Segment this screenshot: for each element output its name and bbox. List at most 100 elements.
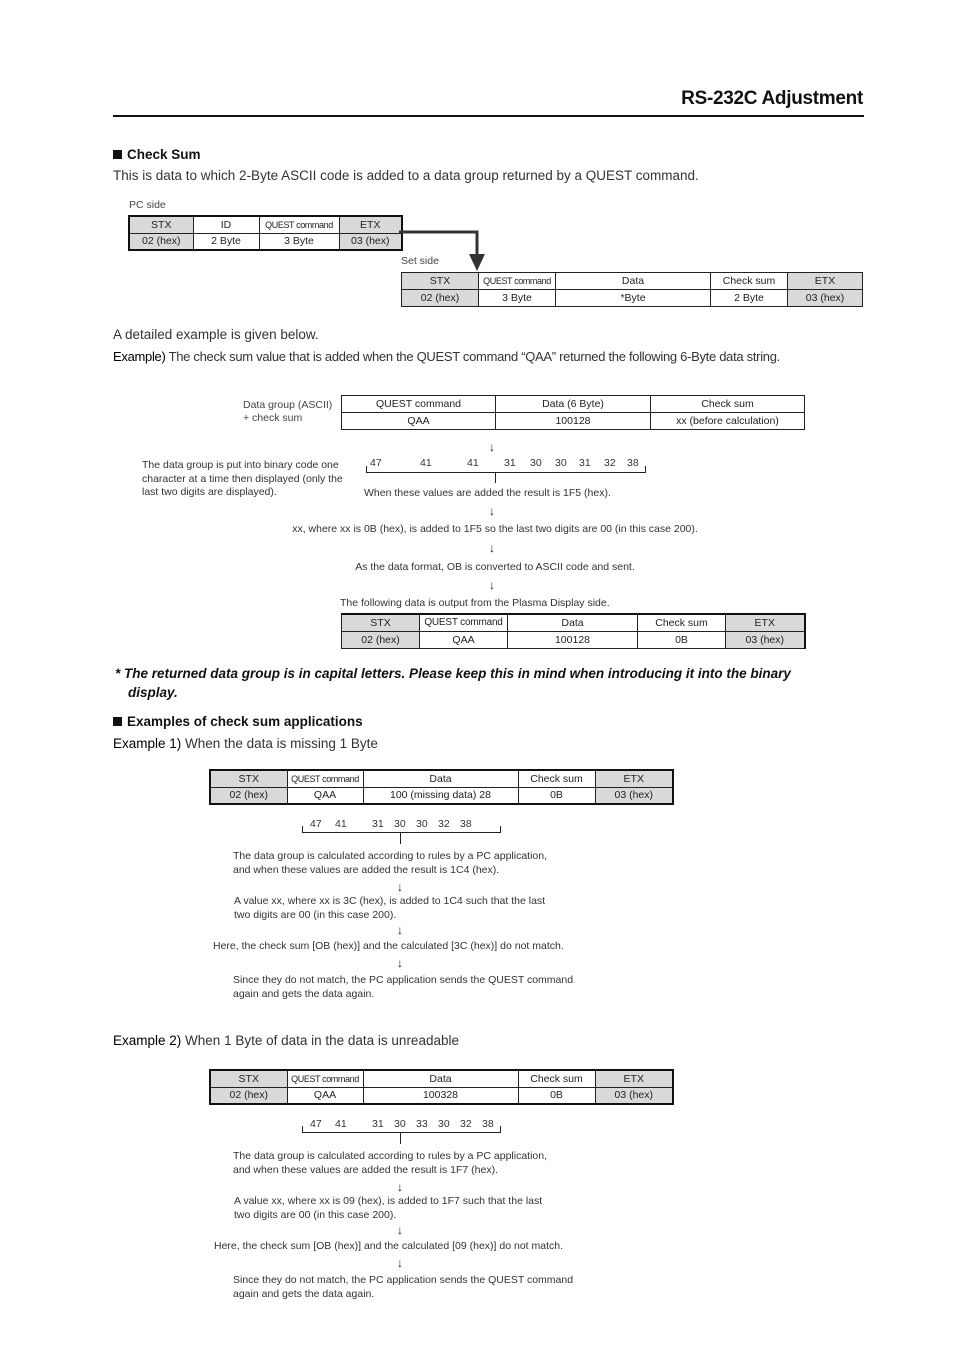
cell-check-sum: Check sum [637,613,726,632]
bracket [302,1126,501,1133]
cell-value: *Byte [555,289,711,307]
binary-note-line: The data group is put into binary code o… [142,459,339,471]
example-label: Example) [113,349,166,364]
cell-stx: STX [128,215,194,234]
cell-etx: ETX [594,1069,674,1088]
down-arrow-icon: ↓ [489,578,495,592]
down-arrow-icon: ↓ [489,440,495,454]
down-arrow-icon: ↓ [489,541,495,555]
check-sum-heading: Check Sum [113,147,201,162]
output-table: STX QUEST command Data Check sum ETX 02 … [341,613,806,649]
cell-etx: ETX [787,272,863,290]
step-line: and when these values are added the resu… [233,1163,498,1176]
cell-value: 03 (hex) [338,232,403,251]
cell-stx: STX [209,769,288,788]
down-arrow-icon: ↓ [489,504,495,518]
down-arrow-icon: ↓ [397,1223,403,1237]
step-line: A value xx, where xx is 09 (hex), is add… [234,1195,543,1207]
cell-quest-command: QUEST command [286,769,364,788]
cell-check-sum: Check sum [710,272,788,290]
cell-value: 03 (hex) [594,786,674,805]
cell-etx: ETX [594,769,674,788]
cell-value: 02 (hex) [341,630,420,649]
cell-data: Data [507,613,638,632]
capital-letters-note: * The returned data group is in capital … [115,664,867,702]
step-line: The data group is calculated according t… [233,850,548,862]
cell-value: 02 (hex) [209,1086,288,1105]
step-add-xx: xx, where xx is 0B (hex), is added to 1F… [292,523,698,535]
cell-value: 02 (hex) [401,289,479,307]
cell-data: Data (6 Byte) [495,395,651,413]
step-line: again and gets the data again. [233,1287,375,1300]
cell-check-sum: Check sum [517,769,596,788]
note-line: display. [128,685,178,700]
cell-stx: STX [341,613,420,632]
cell-value: 02 (hex) [209,786,288,805]
cell-quest-command: QUEST command [478,272,556,290]
step-line: The data group is calculated according t… [233,1150,548,1162]
bracket-stem [495,473,496,483]
cell-data: Data [362,1069,519,1088]
example2-step2: A value xx, where xx is 09 (hex), is add… [234,1195,542,1222]
cell-check-sum: Check sum [517,1069,596,1088]
cell-quest-command: QUEST command [258,215,340,234]
cell-value: 0B [517,1086,596,1105]
example-text: The check sum value that is added when t… [168,349,781,364]
step-line: A value xx, where xx is 3C (hex), is add… [234,895,546,907]
bracket [366,466,646,473]
cell-value: 2 Byte [192,232,260,251]
cell-value: xx (before calculation) [650,412,805,430]
check-sum-intro: This is data to which 2-Byte ASCII code … [113,168,699,183]
example2-step3: Here, the check sum [OB (hex)] and the c… [214,1240,564,1252]
title-rule [113,115,864,117]
cell-value: QAA [286,786,364,805]
binary-note: The data group is put into binary code o… [142,459,343,500]
example1-line: Example 1) When the data is missing 1 By… [113,736,378,751]
applications-heading-text: Examples of check sum applications [127,714,363,729]
cell-value: 03 (hex) [594,1086,674,1105]
cell-value: 02 (hex) [128,232,194,251]
cell-stx: STX [209,1069,288,1088]
cell-value: 3 Byte [258,232,340,251]
set-side-table: STX QUEST command Data Check sum ETX 02 … [401,272,863,307]
applications-heading: Examples of check sum applications [113,714,363,729]
pc-side-table: STX ID QUEST command ETX 02 (hex) 2 Byte… [128,215,403,251]
example1-step3: Here, the check sum [OB (hex)] and the c… [213,940,564,952]
square-bullet-icon [113,150,122,159]
data-group-label-line: Data group (ASCII) [243,399,333,411]
cell-value: 03 (hex) [787,289,863,307]
cell-value: 100128 [507,630,638,649]
cell-data: Data [362,769,519,788]
cell-etx: ETX [725,613,805,632]
example2-table: STX QUEST command Data Check sum ETX 02 … [209,1069,674,1105]
example-line: Example) The check sum value that is add… [113,349,780,364]
step-line: two digits are 00 (in this case 200). [234,1208,397,1221]
cell-value: QAA [419,630,508,649]
cell-value: 100328 [362,1086,519,1105]
cell-value: 0B [637,630,726,649]
data-group-label: Data group (ASCII) + check sum [243,399,332,425]
cell-value: QAA [286,1086,364,1105]
down-arrow-icon: ↓ [397,923,403,937]
square-bullet-icon [113,717,122,726]
example1-step1: The data group is calculated according t… [233,850,547,877]
cell-quest-command: QUEST command [419,613,508,632]
down-arrow-icon: ↓ [397,956,403,970]
bracket-stem [400,1133,401,1144]
cell-value: QAA [341,412,496,430]
cell-id: ID [192,215,260,234]
down-arrow-icon: ↓ [397,1180,403,1194]
example2-title: When 1 Byte of data in the data is unrea… [185,1033,459,1048]
example1-step4: Since they do not match, the PC applicat… [233,974,573,1001]
step-sum-result: When these values are added the result i… [364,487,611,499]
example2-step1: The data group is calculated according t… [233,1150,547,1177]
note-line: * The returned data group is in capital … [115,666,791,681]
example1-label: Example 1) [113,736,182,751]
page-title: RS-232C Adjustment [681,88,863,109]
example2-step4: Since they do not match, the PC applicat… [233,1274,573,1301]
example1-title: When the data is missing 1 Byte [185,736,378,751]
example1-table: STX QUEST command Data Check sum ETX 02 … [209,769,674,805]
detail-intro: A detailed example is given below. [113,327,319,342]
example1-step2: A value xx, where xx is 3C (hex), is add… [234,895,545,922]
step-line: again and gets the data again. [233,987,375,1000]
